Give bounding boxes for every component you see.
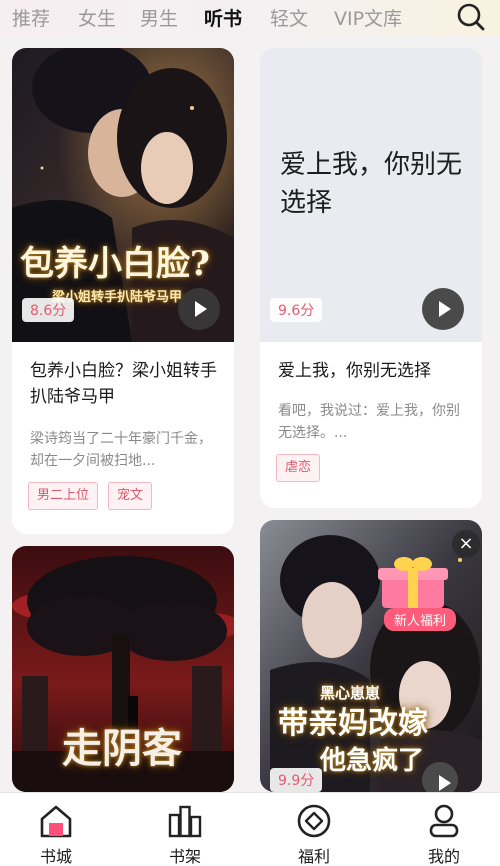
gift-box-icon: [378, 557, 448, 608]
person-icon: [429, 804, 459, 838]
book-tag[interactable]: 虐恋: [276, 454, 321, 482]
book-card[interactable]: 包养小白脸? 梁小姐转手扒陆爷马甲 8.6分 包养小白脸？梁小姐转手扒陆爷马甲 …: [12, 48, 234, 534]
bookshelf-icon: [168, 805, 202, 838]
play-button[interactable]: [422, 762, 458, 792]
book-title[interactable]: 包养小白脸？梁小姐转手扒陆爷马甲: [30, 358, 220, 410]
cover-art-title: 带亲妈改嫁: [278, 706, 428, 741]
cover-art-title: 包养小白脸?: [20, 244, 210, 284]
nav-label: 我的: [427, 847, 460, 866]
tab-audiobook[interactable]: 听书: [204, 4, 242, 31]
nav-welfare[interactable]: 福利: [274, 793, 354, 866]
play-button[interactable]: [178, 288, 220, 330]
cover-art-top: 黑心崽崽: [320, 684, 381, 702]
home-icon: [40, 805, 72, 838]
nav-label: 书架: [168, 847, 201, 866]
score-badge: 9.6分: [270, 298, 323, 322]
score-badge: 9.9分: [270, 768, 323, 792]
book-title[interactable]: 爱上我，你别无选择: [278, 358, 468, 384]
cover-art-title: 走阴客: [62, 725, 182, 772]
book-card[interactable]: 爱上我，你别无选择 9.6分 爱上我，你别无选择 看吧，我说过：爱上我，你别无选…: [260, 48, 482, 508]
score-badge: 8.6分: [22, 298, 75, 322]
diamond-coin-icon: [297, 804, 331, 838]
tab-recommend[interactable]: 推荐: [12, 4, 50, 31]
tab-female[interactable]: 女生: [78, 4, 116, 31]
book-cover: 新人福利 × 黑心崽崽 带亲妈改嫁 他急疯了 9.9分: [260, 520, 482, 792]
book-cover: 爱上我，你别无选择 9.6分: [260, 48, 482, 342]
book-cover: 走阴客: [12, 546, 234, 792]
book-tag[interactable]: 宠文: [108, 482, 153, 510]
new-user-benefit-badge[interactable]: 新人福利: [384, 608, 457, 631]
book-cover: 包养小白脸? 梁小姐转手扒陆爷马甲 8.6分: [12, 48, 234, 342]
book-description: 梁诗筠当了二十年豪门千金，却在一夕间被扫地...: [30, 431, 212, 469]
tab-male[interactable]: 男生: [140, 4, 178, 31]
nav-mine[interactable]: 我的: [404, 793, 484, 866]
book-tag[interactable]: 男二上位: [28, 482, 99, 510]
tab-light-reading[interactable]: 轻文: [270, 4, 308, 31]
nav-label: 书城: [39, 847, 72, 866]
tab-vip-library[interactable]: VIP文库: [334, 4, 402, 31]
bottom-nav: 书城 书架 福利 我的: [0, 792, 500, 866]
search-icon[interactable]: [456, 2, 486, 32]
cover-art-subtitle: 他急疯了: [320, 746, 425, 776]
close-icon[interactable]: ×: [452, 530, 480, 558]
cover-text: 爱上我，你别无选择: [280, 150, 463, 218]
book-description: 看吧，我说过：爱上我，你别无选择。...: [278, 403, 460, 441]
nav-bookstore[interactable]: 书城: [16, 793, 96, 866]
book-card[interactable]: 走阴客: [12, 546, 234, 792]
nav-bookshelf[interactable]: 书架: [145, 793, 225, 866]
nav-label: 福利: [297, 847, 330, 866]
play-button[interactable]: [422, 288, 464, 330]
book-card[interactable]: 新人福利 × 黑心崽崽 带亲妈改嫁 他急疯了 9.9分: [260, 520, 482, 792]
top-tab-bar: 推荐 女生 男生 听书 轻文 VIP文库: [0, 0, 500, 36]
